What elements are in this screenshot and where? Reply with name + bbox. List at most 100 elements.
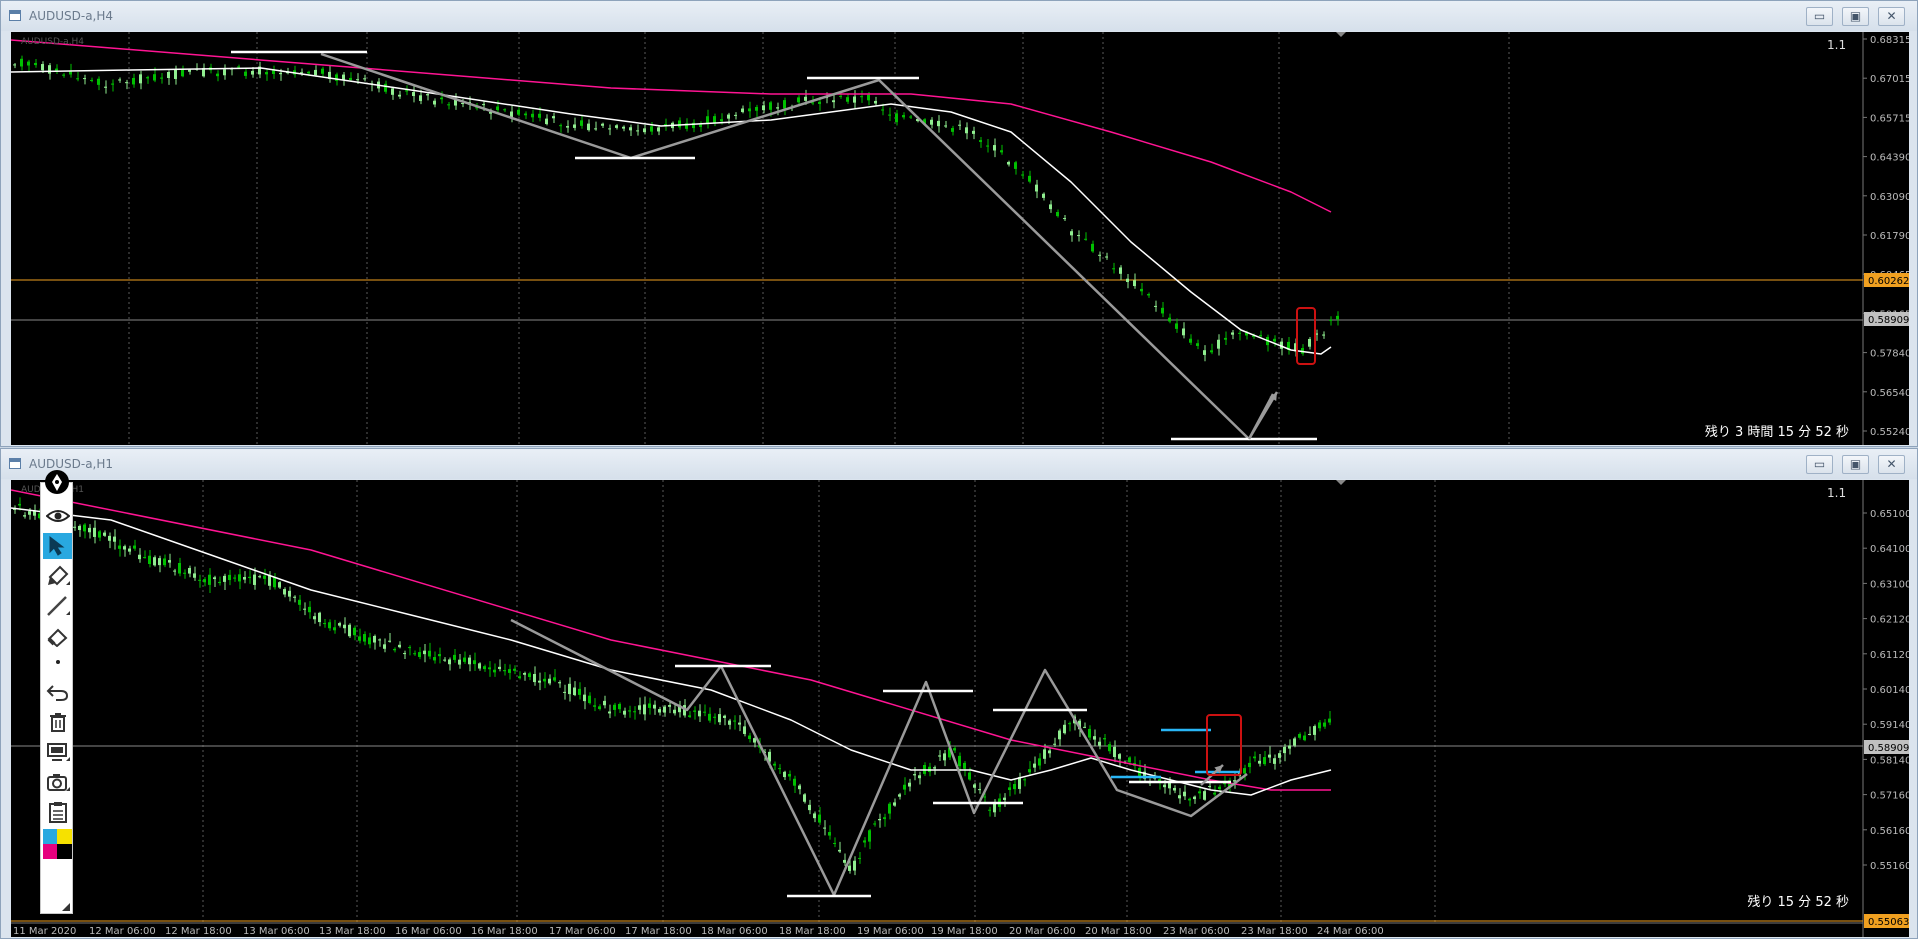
ma-slow-line xyxy=(11,489,1331,791)
candle xyxy=(1043,749,1046,759)
bar-countdown: 残り 15 分 52 秒 xyxy=(1747,895,1849,910)
color-palette-icon[interactable] xyxy=(43,829,72,859)
time-label: 23 Mar 06:00 xyxy=(1163,926,1230,937)
candle xyxy=(623,710,626,715)
candle xyxy=(868,830,871,842)
candle xyxy=(27,61,30,66)
candle xyxy=(1213,792,1216,795)
price-tick-label: 0.62120 xyxy=(1870,615,1909,626)
chart-canvas[interactable]: 0.65100 0.64100 0.63100 0.62120 0.61120 0.601… xyxy=(11,480,1909,937)
minimize-button[interactable]: ▭ xyxy=(1806,7,1833,26)
candle xyxy=(178,563,181,574)
cursor-icon[interactable] xyxy=(43,533,72,559)
candle xyxy=(883,817,886,820)
candle xyxy=(523,673,526,675)
candle xyxy=(552,116,555,119)
candle xyxy=(293,596,296,598)
chart-window-h4[interactable]: AUDUSD-a,H4 ▭ ▣ ✕ 0.68315 0.67015 0.65715 0… xyxy=(0,0,1918,447)
candle xyxy=(412,92,415,97)
candle xyxy=(1088,728,1091,738)
candle xyxy=(1168,782,1171,789)
candle xyxy=(62,74,65,76)
candle xyxy=(1113,746,1116,758)
candle xyxy=(20,58,23,67)
candle xyxy=(718,714,721,723)
candle xyxy=(1210,350,1213,353)
time-label: 23 Mar 18:00 xyxy=(1241,926,1308,937)
price-tick-label: 0.55240 xyxy=(1870,427,1909,438)
monitor-icon[interactable] xyxy=(43,739,72,765)
close-button[interactable]: ✕ xyxy=(1878,455,1905,474)
candle xyxy=(573,687,576,696)
candle xyxy=(1283,746,1286,754)
candle xyxy=(776,107,779,109)
candle xyxy=(524,113,527,116)
price-tick-label: 0.60140 xyxy=(1870,685,1909,696)
chart-plot-area: 0.68315 0.67015 0.65715 0.64390 0.63090 0.617… xyxy=(11,32,1909,445)
candle xyxy=(804,96,807,101)
candle xyxy=(1028,769,1031,773)
candle xyxy=(587,123,590,131)
candle xyxy=(1108,744,1111,752)
window-titlebar[interactable]: AUDUSD-a,H4 ▭ ▣ ✕ xyxy=(1,1,1917,31)
clipboard-icon[interactable] xyxy=(43,799,72,825)
pen-icon[interactable] xyxy=(42,470,71,497)
price-chart[interactable]: 0.65100 0.64100 0.63100 0.62120 0.61120 0.601… xyxy=(11,480,1909,937)
close-button[interactable]: ✕ xyxy=(1878,7,1905,26)
candle xyxy=(708,713,711,721)
candle xyxy=(668,705,671,707)
price-tick-label: 0.65715 xyxy=(1870,113,1909,124)
candle xyxy=(473,660,476,665)
candle xyxy=(853,860,856,871)
candle xyxy=(338,623,341,626)
candle xyxy=(98,531,101,538)
candle xyxy=(979,140,982,142)
candle xyxy=(733,720,736,722)
candle xyxy=(1203,791,1206,800)
time-label: 16 Mar 18:00 xyxy=(471,926,538,937)
candle xyxy=(188,567,191,574)
candle xyxy=(808,804,811,811)
candle xyxy=(307,71,310,74)
candle xyxy=(363,78,366,80)
candle xyxy=(613,704,616,710)
line-icon[interactable] xyxy=(43,593,72,619)
marker-icon[interactable] xyxy=(43,563,72,589)
candle xyxy=(173,570,176,572)
chart-canvas[interactable]: 0.68315 0.67015 0.65715 0.64390 0.63090 0.617… xyxy=(11,32,1909,445)
candle xyxy=(321,68,324,74)
time-label: 19 Mar 06:00 xyxy=(857,926,924,937)
candle xyxy=(133,545,136,549)
candle xyxy=(968,772,971,780)
chart-plot-area: 0.65100 0.64100 0.63100 0.62120 0.61120 0.601… xyxy=(11,480,1909,937)
price-chart[interactable]: 0.68315 0.67015 0.65715 0.64390 0.63090 0.617… xyxy=(11,32,1909,445)
drawing-toolbar xyxy=(40,470,73,914)
chart-window-h1[interactable]: AUDUSD-a,H1 ▭ ▣ ✕ 0.65100 0.64100 0.63100 0… xyxy=(0,448,1918,939)
maximize-button[interactable]: ▣ xyxy=(1842,455,1869,474)
eraser-icon[interactable] xyxy=(43,623,72,649)
candle xyxy=(603,700,606,706)
window-title: AUDUSD-a,H4 xyxy=(29,9,114,23)
minimize-button[interactable]: ▭ xyxy=(1806,455,1833,474)
candle xyxy=(237,66,240,68)
candle xyxy=(283,589,286,595)
candle xyxy=(1288,745,1291,749)
maximize-button[interactable]: ▣ xyxy=(1842,7,1869,26)
trash-icon[interactable] xyxy=(43,709,72,735)
candle xyxy=(698,710,701,717)
candle xyxy=(1119,267,1122,274)
resize-grip-icon[interactable] xyxy=(62,903,70,911)
candle xyxy=(1238,332,1241,334)
candle xyxy=(308,606,311,613)
window-titlebar[interactable]: AUDUSD-a,H1 ▭ ▣ ✕ xyxy=(1,449,1917,479)
eye-icon[interactable] xyxy=(43,503,72,529)
candle xyxy=(1098,254,1101,256)
candle xyxy=(233,577,236,579)
camera-icon[interactable] xyxy=(43,769,72,795)
dot-icon[interactable] xyxy=(43,649,72,675)
candle xyxy=(228,574,231,581)
candle xyxy=(1056,212,1059,217)
price-tick-label: 0.56540 xyxy=(1870,388,1909,399)
undo-icon[interactable] xyxy=(43,679,72,705)
candle xyxy=(1091,243,1094,252)
